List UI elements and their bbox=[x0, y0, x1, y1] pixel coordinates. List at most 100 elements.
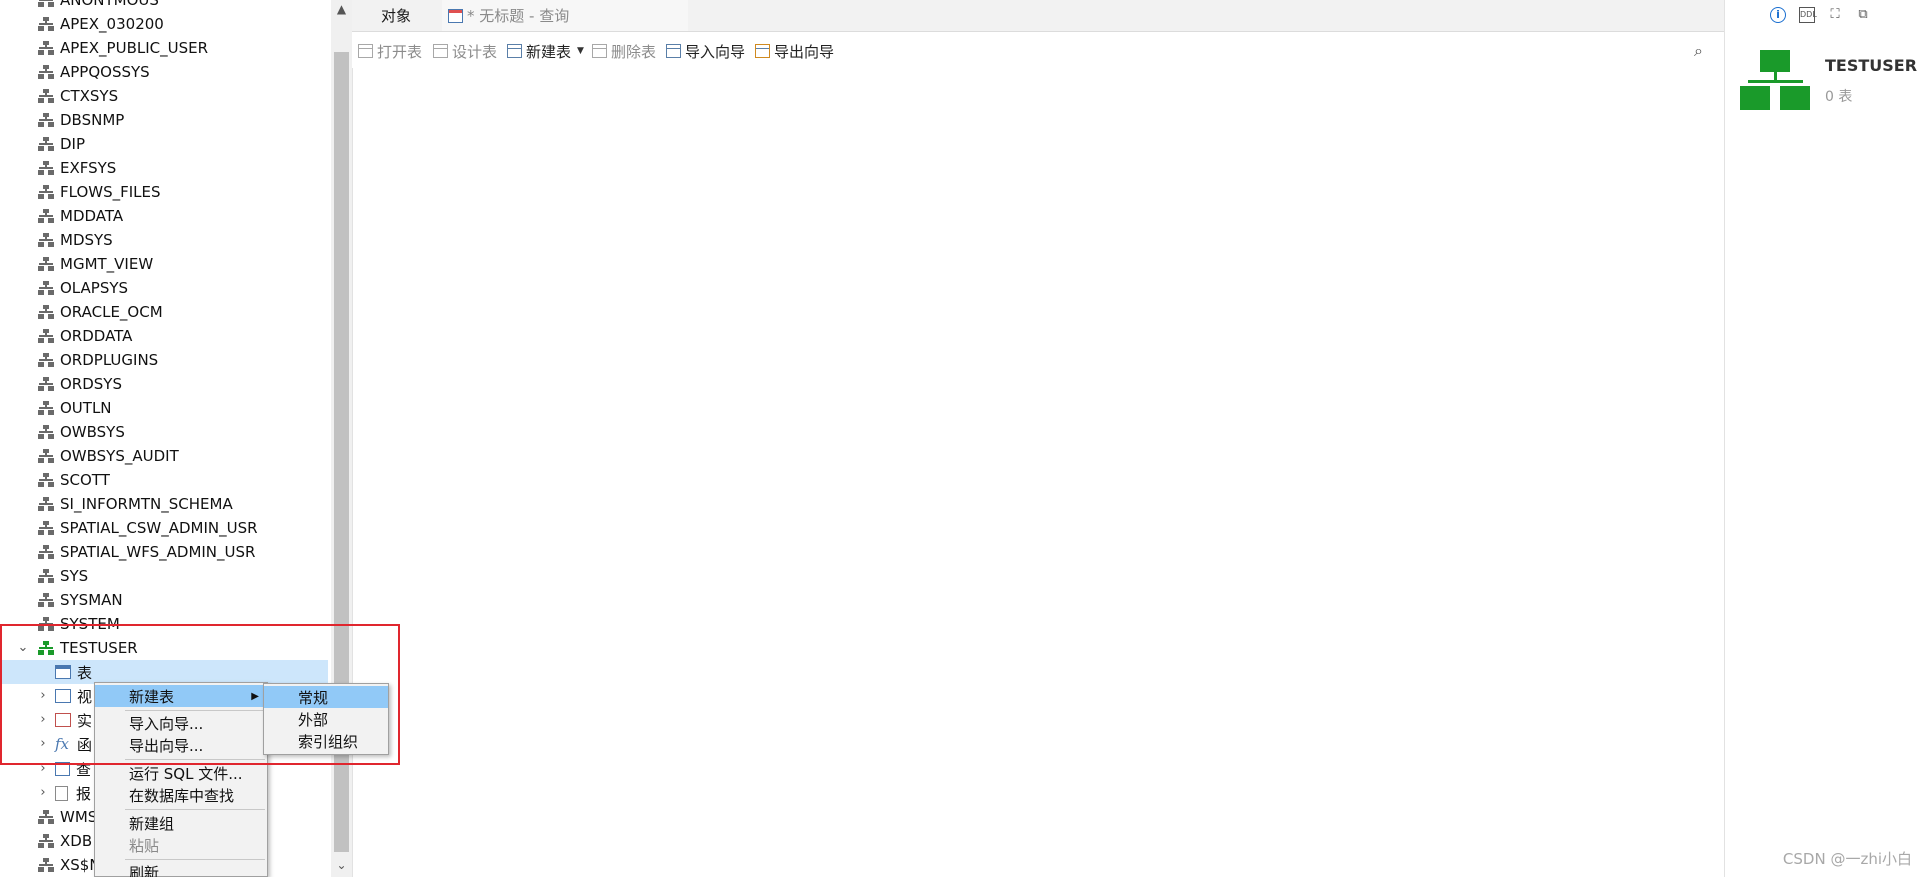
tab-bar: 对象 * 无标题 - 查询 bbox=[352, 0, 1724, 32]
tree-item-schema[interactable]: OWBSYS_AUDIT bbox=[0, 444, 328, 468]
submenu-item-external[interactable]: 外部 bbox=[264, 708, 388, 730]
schema-icon bbox=[38, 65, 54, 79]
tree-item-schema[interactable]: SPATIAL_WFS_ADMIN_USR bbox=[0, 540, 328, 564]
schema-icon bbox=[38, 425, 54, 439]
menu-item-paste[interactable]: 粘贴 bbox=[95, 834, 267, 856]
scroll-down-icon[interactable]: ⌄ bbox=[331, 858, 352, 876]
schema-icon bbox=[38, 329, 54, 343]
tree-item-schema[interactable]: SYS bbox=[0, 564, 328, 588]
menu-item-new-table[interactable]: 新建表 ▶ bbox=[95, 685, 267, 707]
menu-item-label: 导入向导... bbox=[129, 714, 204, 733]
schema-icon bbox=[38, 257, 54, 271]
tree-item-schema[interactable]: EXFSYS bbox=[0, 156, 328, 180]
submenu-item-index-organized[interactable]: 索引组织 bbox=[264, 730, 388, 752]
export-icon bbox=[755, 44, 770, 58]
tree-item-schema[interactable]: APPQOSSYS bbox=[0, 60, 328, 84]
tree-item-schema[interactable]: SCOTT bbox=[0, 468, 328, 492]
tree-item-schema[interactable]: OWBSYS bbox=[0, 420, 328, 444]
new-table-icon bbox=[507, 44, 522, 58]
tree-item-schema[interactable]: SYSTEM bbox=[0, 612, 328, 636]
menu-item-new-group[interactable]: 新建组 bbox=[95, 812, 267, 834]
chevron-right-icon[interactable]: › bbox=[36, 786, 50, 800]
scroll-up-icon[interactable]: ▲ bbox=[331, 2, 352, 20]
tree-item-schema[interactable]: FLOWS_FILES bbox=[0, 180, 328, 204]
dropdown-arrow-icon[interactable]: ▼ bbox=[577, 46, 584, 56]
tree-item-label: 视 bbox=[77, 687, 93, 706]
tree-item-schema[interactable]: DBSNMP bbox=[0, 108, 328, 132]
tree-item-label: 函 bbox=[77, 735, 93, 754]
tab-untitled-query[interactable]: * 无标题 - 查询 bbox=[442, 0, 688, 31]
tree-item-label: SPATIAL_WFS_ADMIN_USR bbox=[60, 543, 256, 561]
chevron-right-icon[interactable]: › bbox=[36, 762, 50, 776]
delete-table-icon bbox=[592, 44, 607, 58]
tree-item-schema[interactable]: SPATIAL_CSW_ADMIN_USR bbox=[0, 516, 328, 540]
menu-item-export-wizard[interactable]: 导出向导... bbox=[95, 734, 267, 756]
new-table-button[interactable]: 新建表 ▼ bbox=[507, 40, 584, 62]
button-label: 新建表 bbox=[526, 42, 572, 61]
tree-item-testuser[interactable]: ⌄ TESTUSER bbox=[0, 636, 328, 660]
table-icon bbox=[55, 665, 71, 679]
tree-item-schema[interactable]: DIP bbox=[0, 132, 328, 156]
tree-item-label: OWBSYS bbox=[60, 423, 125, 441]
tree-item-label: MDSYS bbox=[60, 231, 113, 249]
design-table-button[interactable]: 设计表 bbox=[433, 40, 497, 62]
tree-item-label: SI_INFORMTN_SCHEMA bbox=[60, 495, 233, 513]
menu-separator bbox=[125, 759, 265, 760]
menu-item-label: 在数据库中查找 bbox=[129, 786, 235, 805]
tree-item-label: ORDPLUGINS bbox=[60, 351, 159, 369]
tree-item-schema[interactable]: ORDSYS bbox=[0, 372, 328, 396]
tree-item-schema[interactable]: CTXSYS bbox=[0, 84, 328, 108]
tree-item-schema[interactable]: SYSMAN bbox=[0, 588, 328, 612]
tree-item-schema[interactable]: ANONYMOUS bbox=[0, 0, 328, 12]
open-table-button[interactable]: 打开表 bbox=[358, 40, 422, 62]
tree-item-schema[interactable]: ORDDATA bbox=[0, 324, 328, 348]
menu-item-refresh[interactable]: 刷新 bbox=[95, 861, 267, 877]
chevron-right-icon[interactable]: › bbox=[36, 713, 50, 727]
import-wizard-button[interactable]: 导入向导 bbox=[666, 40, 745, 62]
tree-item-schema[interactable]: APEX_030200 bbox=[0, 12, 328, 36]
menu-item-run-sql-file[interactable]: 运行 SQL 文件... bbox=[95, 762, 267, 784]
schema-large-icon bbox=[1740, 50, 1810, 112]
tree-item-schema[interactable]: MDSYS bbox=[0, 228, 328, 252]
chevron-down-icon[interactable]: ⌄ bbox=[16, 641, 30, 655]
context-menu: 新建表 ▶ 导入向导... 导出向导... 运行 SQL 文件... 在数据库中… bbox=[94, 682, 268, 877]
chevron-right-icon[interactable]: › bbox=[36, 689, 50, 703]
tree-item-tables[interactable]: 表 bbox=[0, 660, 328, 684]
menu-item-import-wizard[interactable]: 导入向导... bbox=[95, 712, 267, 734]
tree-item-schema[interactable]: MDDATA bbox=[0, 204, 328, 228]
ddl-icon[interactable]: DDL bbox=[1799, 7, 1817, 23]
tree-item-schema[interactable]: ORACLE_OCM bbox=[0, 300, 328, 324]
schema-icon bbox=[38, 41, 54, 55]
tree-item-label: MDDATA bbox=[60, 207, 124, 225]
schema-icon bbox=[38, 834, 54, 848]
tree-item-schema[interactable]: OLAPSYS bbox=[0, 276, 328, 300]
tree-item-schema[interactable]: SI_INFORMTN_SCHEMA bbox=[0, 492, 328, 516]
tree-item-schema[interactable]: ORDPLUGINS bbox=[0, 348, 328, 372]
delete-table-button[interactable]: 删除表 bbox=[592, 40, 656, 62]
menu-item-find-in-database[interactable]: 在数据库中查找 bbox=[95, 784, 267, 806]
schema-icon bbox=[38, 569, 54, 583]
tree-item-label: APEX_PUBLIC_USER bbox=[60, 39, 209, 57]
schema-icon bbox=[38, 137, 54, 151]
export-wizard-button[interactable]: 导出向导 bbox=[755, 40, 834, 62]
chevron-right-icon[interactable]: › bbox=[36, 737, 50, 751]
tree-item-label: APPQOSSYS bbox=[60, 63, 150, 81]
table-count: 0 表 bbox=[1825, 89, 1853, 105]
submenu-item-normal[interactable]: 常规 bbox=[264, 686, 388, 708]
tree-item-label: SYS bbox=[60, 567, 89, 585]
diagram-icon[interactable]: ⛶ bbox=[1827, 7, 1843, 23]
info-icon[interactable]: i bbox=[1770, 7, 1786, 23]
tree-item-schema[interactable]: MGMT_VIEW bbox=[0, 252, 328, 276]
tab-objects[interactable]: 对象 bbox=[352, 0, 440, 31]
tree-item-label: TESTUSER bbox=[60, 639, 138, 657]
tree-item-schema[interactable]: OUTLN bbox=[0, 396, 328, 420]
tree-item-schema[interactable]: APEX_PUBLIC_USER bbox=[0, 36, 328, 60]
tree-item-label: OUTLN bbox=[60, 399, 112, 417]
menu-item-label: 运行 SQL 文件... bbox=[129, 764, 243, 783]
tree-item-label: DBSNMP bbox=[60, 111, 125, 129]
tree-item-label: ORDSYS bbox=[60, 375, 122, 393]
search-icon[interactable]: ⌕ bbox=[1694, 40, 1703, 62]
tree-item-label: DIP bbox=[60, 135, 86, 153]
dependency-icon[interactable]: ⧉ bbox=[1855, 7, 1871, 23]
object-list-area[interactable] bbox=[352, 68, 1724, 877]
